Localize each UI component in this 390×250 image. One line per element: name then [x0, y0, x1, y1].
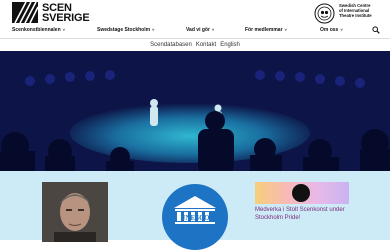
main-nav: Scenkonstbiennalen ˅ Swedstage Stockholm ˅…: [0, 26, 390, 37]
logo-line2: SVERIGE: [42, 11, 90, 24]
search-icon[interactable]: [372, 26, 380, 34]
chevron-down-icon: ˅: [62, 27, 65, 32]
chevron-down-icon: ˅: [340, 27, 343, 32]
subnav-english[interactable]: English: [220, 42, 240, 48]
unesco-temple-icon: UNESCO: [174, 196, 216, 224]
nav-label: Om oss: [320, 27, 339, 33]
nav-label: För medlemmar: [245, 27, 283, 33]
nav-label: Vad vi gör: [186, 27, 210, 33]
pride-news-link[interactable]: Medverka i Stolt Scenkonst under Stockho…: [255, 206, 355, 222]
hero-scene: [0, 51, 390, 171]
nav-item-swedstage[interactable]: Swedstage Stockholm ˅: [97, 27, 154, 33]
portrait-image: [42, 182, 108, 242]
nav-label: Scenkonstbiennalen: [12, 27, 61, 33]
iti-logo[interactable]: Swedish Centre of International Theatre …: [314, 3, 383, 24]
logo-mark-icon: [12, 2, 38, 23]
nav-item-for-medlemmar[interactable]: För medlemmar ˅: [245, 27, 287, 33]
secondary-nav: Scendatabasen Kontakt English: [0, 38, 390, 51]
logo-text: SCEN SVERIGE: [42, 1, 90, 24]
logo-line1: SCEN: [42, 1, 72, 14]
pride-banner[interactable]: [255, 182, 349, 204]
portrait-photo[interactable]: [42, 182, 108, 242]
nav-item-scenkonstbiennalen[interactable]: Scenkonstbiennalen ˅: [12, 27, 65, 33]
chevron-down-icon: ˅: [284, 27, 287, 32]
subnav-kontakt[interactable]: Kontakt: [196, 42, 216, 48]
iti-line3: Theatre Institute: [339, 13, 372, 18]
site-header: SCEN SVERIGE Swedish Centre of Internati…: [0, 0, 390, 34]
pride-badge-icon: [292, 184, 310, 202]
news-section: UNESCO Medverka i Stolt Scenkonst under …: [0, 171, 390, 250]
iti-text: Swedish Centre of International Theatre …: [339, 3, 383, 18]
chevron-down-icon: ˅: [211, 27, 215, 32]
subnav-scendatabasen[interactable]: Scendatabasen: [150, 42, 192, 48]
unesco-logo[interactable]: UNESCO: [162, 184, 228, 250]
chevron-down-icon: ˅: [152, 27, 155, 32]
nav-item-vad-vi-gor[interactable]: Vad vi gör ˅: [186, 27, 214, 33]
scen-sverige-logo[interactable]: SCEN SVERIGE: [12, 2, 90, 23]
nav-label: Swedstage Stockholm: [97, 27, 151, 33]
nav-item-om-oss[interactable]: Om oss ˅: [320, 27, 343, 33]
iti-globe-icon: [314, 3, 335, 24]
hero-image[interactable]: [0, 51, 390, 171]
unesco-text: UNESCO: [180, 214, 210, 222]
